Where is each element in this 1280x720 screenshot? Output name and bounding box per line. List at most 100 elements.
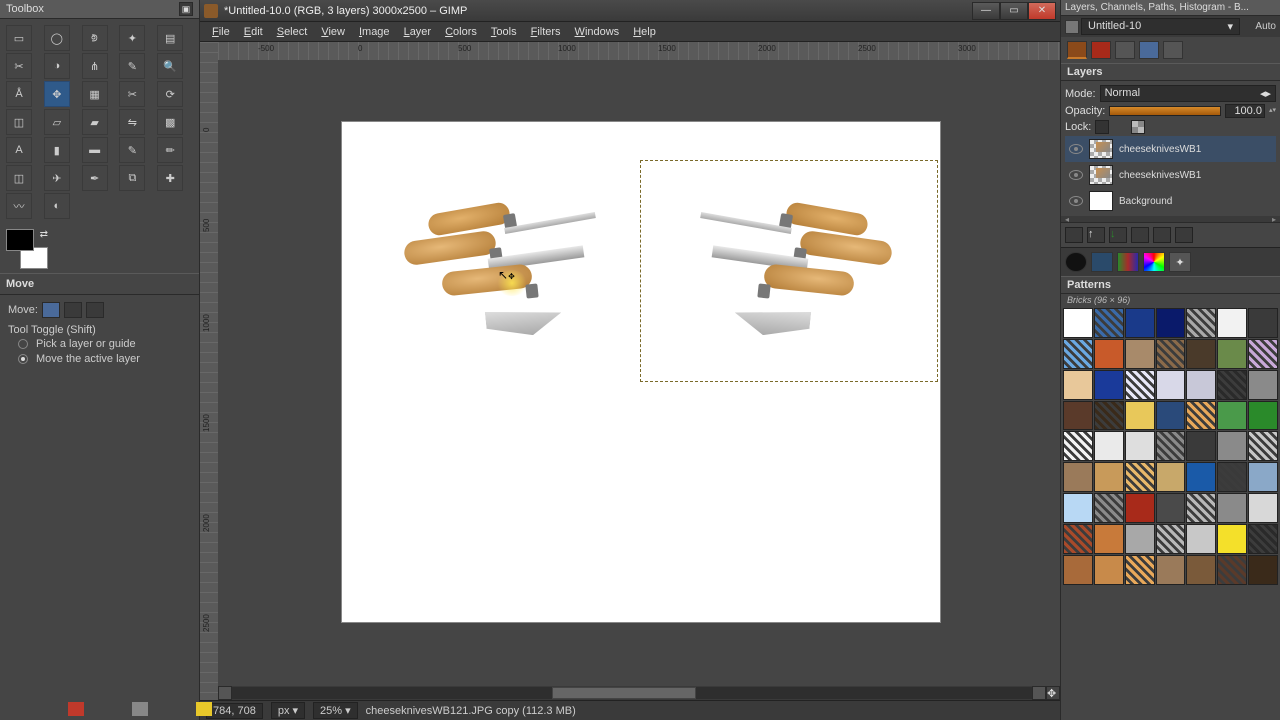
pattern-swatch[interactable] xyxy=(1248,401,1278,431)
lock-alpha-toggle[interactable] xyxy=(1131,120,1145,134)
layer-visibility-toggle[interactable] xyxy=(1069,196,1083,206)
pattern-swatch[interactable] xyxy=(1094,339,1124,369)
clone-tool[interactable]: ⧉ xyxy=(119,165,145,191)
hscroll-thumb[interactable] xyxy=(552,687,696,699)
pattern-swatch[interactable] xyxy=(1186,339,1216,369)
airbrush-tool[interactable]: ✈ xyxy=(44,165,70,191)
pattern-swatch[interactable] xyxy=(1156,462,1186,492)
pencil-tool[interactable]: ✎ xyxy=(119,137,145,163)
pattern-swatch[interactable] xyxy=(1248,431,1278,461)
ink-tool[interactable]: ✒ xyxy=(82,165,108,191)
pattern-swatch[interactable] xyxy=(1063,493,1093,523)
pattern-swatch[interactable] xyxy=(1217,339,1247,369)
window-titlebar[interactable]: *Untitled-10.0 (RGB, 3 layers) 3000x2500… xyxy=(200,0,1060,22)
menu-colors[interactable]: Colors xyxy=(439,24,483,40)
pattern-swatch[interactable] xyxy=(1156,555,1186,585)
layer-new-button[interactable] xyxy=(1065,227,1083,243)
tab-channels[interactable] xyxy=(1091,41,1111,59)
menu-file[interactable]: File xyxy=(206,24,236,40)
fg-color-swatch[interactable] xyxy=(6,229,34,251)
tab-fonts[interactable]: ✦ xyxy=(1169,252,1191,272)
image-selector[interactable]: Untitled-10▾ xyxy=(1081,18,1240,35)
layer-visibility-toggle[interactable] xyxy=(1069,170,1083,180)
horizontal-scrollbar[interactable]: ✥ xyxy=(218,686,1060,700)
blend-mode-select[interactable]: Normal◂▸ xyxy=(1100,85,1276,102)
perspective-tool[interactable]: ▰ xyxy=(82,109,108,135)
tray-icon-1[interactable] xyxy=(68,702,84,716)
pattern-swatch[interactable] xyxy=(1063,431,1093,461)
menu-windows[interactable]: Windows xyxy=(569,24,626,40)
tab-gradients[interactable] xyxy=(1117,252,1139,272)
layer-name[interactable]: cheeseknivesWB1 xyxy=(1119,144,1201,155)
measure-tool[interactable]: Å xyxy=(6,81,32,107)
eraser-tool[interactable]: ◫ xyxy=(6,165,32,191)
tab-brush[interactable] xyxy=(1065,252,1087,272)
tab-histogram[interactable] xyxy=(1139,41,1159,59)
menu-view[interactable]: View xyxy=(315,24,351,40)
toolbox-collapse-button[interactable]: ▣ xyxy=(179,2,193,16)
scissors-tool[interactable]: ✂ xyxy=(6,53,32,79)
window-maximize-button[interactable]: ▭ xyxy=(1000,2,1028,20)
zoom-tool[interactable]: 🔍 xyxy=(157,53,183,79)
pattern-swatch[interactable] xyxy=(1063,401,1093,431)
menu-layer[interactable]: Layer xyxy=(398,24,438,40)
tray-icon-3[interactable] xyxy=(196,702,212,716)
free-select-tool[interactable]: ⟄ xyxy=(82,25,108,51)
blend-tool[interactable]: ▬ xyxy=(82,137,108,163)
ellipse-select-tool[interactable]: ◯ xyxy=(44,25,70,51)
tab-palettes[interactable] xyxy=(1143,252,1165,272)
pattern-swatch[interactable] xyxy=(1248,555,1278,585)
canvas-nav-button[interactable]: ✥ xyxy=(1046,686,1060,700)
window-minimize-button[interactable]: — xyxy=(972,2,1000,20)
menu-image[interactable]: Image xyxy=(353,24,396,40)
pattern-swatch[interactable] xyxy=(1094,431,1124,461)
pattern-swatch[interactable] xyxy=(1217,370,1247,400)
pattern-swatch[interactable] xyxy=(1217,555,1247,585)
pattern-swatch[interactable] xyxy=(1217,524,1247,554)
scroll-left-button[interactable] xyxy=(218,686,232,700)
tray-icon-2[interactable] xyxy=(132,702,148,716)
pattern-swatch[interactable] xyxy=(1125,431,1155,461)
pattern-swatch[interactable] xyxy=(1186,370,1216,400)
foreground-select-tool[interactable]: ◑ xyxy=(44,53,70,79)
scale-tool[interactable]: ◫ xyxy=(6,109,32,135)
pattern-swatch[interactable] xyxy=(1248,524,1278,554)
pattern-swatch[interactable] xyxy=(1156,524,1186,554)
pattern-swatch[interactable] xyxy=(1094,462,1124,492)
pattern-swatch[interactable] xyxy=(1186,462,1216,492)
pattern-swatch[interactable] xyxy=(1186,555,1216,585)
pattern-swatch[interactable] xyxy=(1125,370,1155,400)
move-mode-selection-button[interactable] xyxy=(64,302,82,318)
flip-tool[interactable]: ⇋ xyxy=(119,109,145,135)
tab-paths[interactable] xyxy=(1115,41,1135,59)
pattern-swatch[interactable] xyxy=(1186,493,1216,523)
menu-help[interactable]: Help xyxy=(627,24,662,40)
vertical-ruler[interactable]: 05001000150020002500 xyxy=(200,42,218,700)
pattern-swatch[interactable] xyxy=(1186,401,1216,431)
pattern-swatch[interactable] xyxy=(1156,401,1186,431)
pattern-swatch[interactable] xyxy=(1094,308,1124,338)
paths-tool[interactable]: ⋔ xyxy=(82,53,108,79)
cage-tool[interactable]: ▩ xyxy=(157,109,183,135)
pattern-swatch[interactable] xyxy=(1186,308,1216,338)
text-tool[interactable]: A xyxy=(6,137,32,163)
pattern-swatch[interactable] xyxy=(1125,462,1155,492)
layer-row[interactable]: Background xyxy=(1065,188,1276,214)
pattern-swatch[interactable] xyxy=(1063,462,1093,492)
heal-tool[interactable]: ✚ xyxy=(157,165,183,191)
dodge-burn-tool[interactable]: ◐ xyxy=(44,193,70,219)
pattern-swatch[interactable] xyxy=(1125,524,1155,554)
scroll-right-button[interactable] xyxy=(1032,686,1046,700)
status-unit[interactable]: px ▾ xyxy=(271,702,305,719)
tab-layers[interactable] xyxy=(1067,41,1087,59)
fg-bg-color[interactable]: ⇄ xyxy=(6,229,56,269)
paintbrush-tool[interactable]: ✏ xyxy=(157,137,183,163)
pattern-swatch[interactable] xyxy=(1094,555,1124,585)
pattern-swatch[interactable] xyxy=(1125,339,1155,369)
opacity-value[interactable]: 100.0 xyxy=(1225,104,1265,118)
pattern-swatch[interactable] xyxy=(1156,339,1186,369)
pattern-swatch[interactable] xyxy=(1217,308,1247,338)
pattern-swatch[interactable] xyxy=(1125,493,1155,523)
tab-patterns[interactable] xyxy=(1091,252,1113,272)
pattern-swatch[interactable] xyxy=(1217,493,1247,523)
